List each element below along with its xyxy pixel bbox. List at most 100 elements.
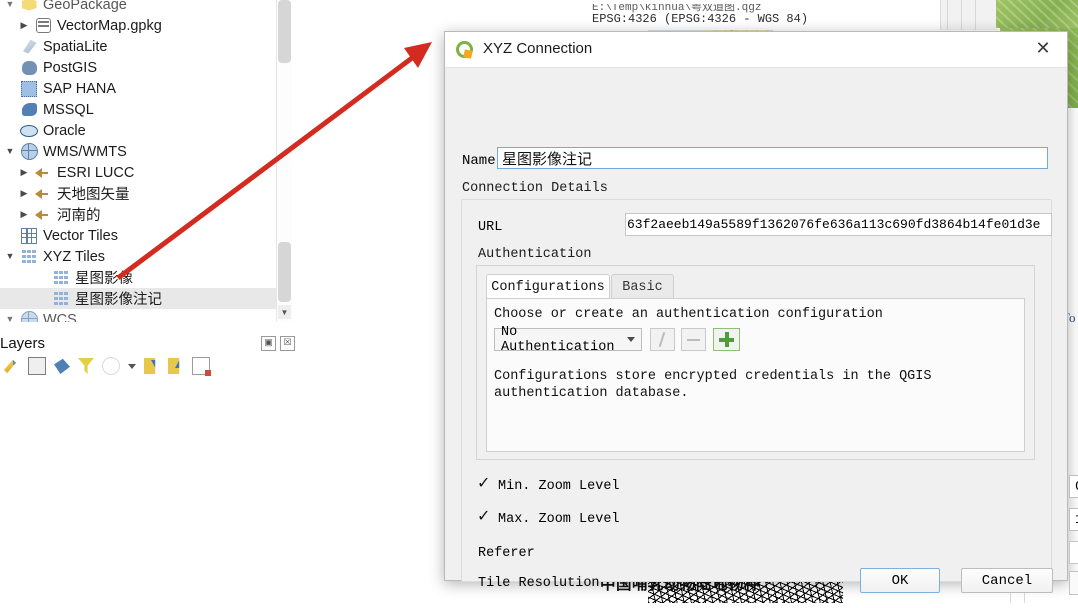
browser-item-15[interactable]: ▼ WCS bbox=[0, 309, 286, 322]
browser-item-8[interactable]: ▶ ESRI LUCC bbox=[0, 162, 286, 183]
browser-item-label: XYZ Tiles bbox=[43, 248, 106, 265]
authentication-label: Authentication bbox=[478, 247, 592, 262]
close-icon[interactable]: ✕ bbox=[1032, 39, 1054, 61]
sap-hana-icon bbox=[18, 80, 40, 97]
referer-input[interactable] bbox=[1069, 541, 1078, 564]
expression-dropdown-caret[interactable] bbox=[128, 363, 136, 369]
browser-item-label: PostGIS bbox=[43, 59, 97, 76]
xyz-tiles-icon bbox=[50, 291, 72, 306]
chevron-right-icon[interactable]: ▶ bbox=[16, 21, 32, 30]
auth-config-select[interactable]: No Authentication bbox=[494, 325, 642, 355]
map-thumbnail-green-top[interactable] bbox=[996, 0, 1078, 28]
chevron-down-icon bbox=[627, 337, 635, 342]
browser-item-label: WMS/WMTS bbox=[43, 143, 127, 160]
edit-config-icon[interactable] bbox=[650, 328, 675, 351]
browser-item-10[interactable]: ▶ 河南的 bbox=[0, 204, 286, 225]
qgis-main-window: 台南 高雄 3 台湾岛 岛 琉球西日本列岛 马尼拉 中国哺乳动物陆地物种 bbox=[0, 0, 1078, 603]
browser-item-label: VectorMap.gpkg bbox=[57, 17, 162, 34]
mssql-icon bbox=[18, 103, 40, 116]
chevron-right-icon[interactable]: ▶ bbox=[16, 168, 32, 177]
max-zoom-label: Max. Zoom Level bbox=[498, 512, 620, 527]
chevron-right-icon[interactable]: ▶ bbox=[16, 189, 32, 198]
close-panel-icon[interactable]: ☒ bbox=[280, 336, 295, 351]
browser-item-label: 星图影像 bbox=[75, 271, 133, 287]
browser-scrollbar[interactable]: ▼ bbox=[276, 0, 292, 322]
remove-config-icon[interactable] bbox=[681, 328, 706, 351]
max-zoom-checkbox[interactable] bbox=[477, 506, 491, 526]
tile-resolution-select[interactable]: Unknown (not scaled) bbox=[1069, 571, 1078, 595]
qgis-logo-icon bbox=[456, 41, 473, 58]
browser-tree[interactable]: ▼ GeoPackage ▶ VectorMap.gpkg SpatiaLite Post… bbox=[0, 0, 286, 322]
tab-configurations[interactable]: Configurations bbox=[486, 274, 610, 299]
auth-note-line2: authentication database. bbox=[494, 386, 689, 401]
url-label: URL bbox=[478, 220, 503, 235]
browser-panel: ▼ GeoPackage ▶ VectorMap.gpkg SpatiaLite Post… bbox=[0, 0, 300, 322]
open-layer-styling-icon[interactable] bbox=[4, 359, 16, 374]
scroll-down-button[interactable]: ▼ bbox=[278, 305, 291, 319]
min-zoom-row[interactable]: Min. Zoom Level bbox=[477, 473, 620, 494]
min-zoom-spinbox[interactable]: 0 bbox=[1069, 475, 1078, 498]
auth-note-line1: Configurations store encrypted credentia… bbox=[494, 369, 932, 384]
max-zoom-row[interactable]: Max. Zoom Level bbox=[477, 506, 620, 527]
add-config-icon[interactable] bbox=[713, 328, 740, 351]
filter-legend-icon[interactable] bbox=[78, 358, 94, 374]
filter-legend-expression-icon[interactable] bbox=[102, 357, 120, 375]
browser-item-label: ESRI LUCC bbox=[57, 164, 135, 181]
max-zoom-spinbox[interactable]: 18 bbox=[1069, 508, 1078, 531]
scrollbar-thumb[interactable] bbox=[278, 0, 291, 63]
cancel-button[interactable]: Cancel bbox=[961, 568, 1053, 593]
browser-item-label: WCS bbox=[43, 311, 77, 323]
chevron-right-icon[interactable]: ▶ bbox=[16, 210, 32, 219]
xyz-connection-dialog: XYZ Connection ✕ Name 星图影像注记 Connection … bbox=[444, 31, 1078, 595]
tab-basic[interactable]: Basic bbox=[611, 274, 674, 299]
browser-item-label: 星图影像注记 bbox=[75, 292, 162, 308]
add-group-icon[interactable] bbox=[28, 357, 46, 375]
remove-layer-icon[interactable] bbox=[192, 357, 211, 376]
browser-item-14[interactable]: 星图影像注记 bbox=[0, 288, 286, 309]
auth-help-text: Choose or create an authentication confi… bbox=[494, 307, 883, 322]
name-input[interactable]: 星图影像注记 bbox=[497, 147, 1048, 169]
browser-item-4[interactable]: SAP HANA bbox=[0, 78, 286, 99]
wms-globe-icon bbox=[18, 143, 40, 160]
referer-label: Referer bbox=[478, 546, 535, 561]
browser-item-0[interactable]: ▼ GeoPackage bbox=[0, 0, 286, 15]
browser-item-9[interactable]: ▶ 天地图矢量 bbox=[0, 183, 286, 204]
manage-map-themes-icon[interactable] bbox=[54, 358, 70, 374]
url-input[interactable]: 63f2aeeb149a5589f1362076fe636a113c690fd3… bbox=[625, 213, 1052, 236]
spatialite-icon bbox=[18, 39, 40, 54]
chevron-down-icon[interactable]: ▼ bbox=[2, 315, 18, 323]
browser-item-label: Vector Tiles bbox=[43, 227, 118, 244]
browser-item-1[interactable]: ▶ VectorMap.gpkg bbox=[0, 15, 286, 36]
chevron-down-icon[interactable]: ▼ bbox=[2, 252, 18, 261]
chevron-down-icon[interactable]: ▼ bbox=[2, 0, 18, 9]
name-label: Name bbox=[462, 153, 496, 169]
undock-panel-icon[interactable]: ▣ bbox=[261, 336, 276, 351]
dialog-title: XYZ Connection bbox=[483, 40, 593, 57]
dialog-body: Name 星图影像注记 Connection Details URL 63f2a… bbox=[445, 68, 1078, 595]
browser-item-12[interactable]: ▼ XYZ Tiles bbox=[0, 246, 286, 267]
dialog-button-bar: OK Cancel bbox=[445, 568, 1067, 608]
dialog-titlebar: XYZ Connection ✕ bbox=[445, 32, 1067, 68]
collapse-all-icon[interactable] bbox=[168, 358, 180, 374]
browser-item-6[interactable]: Oracle bbox=[0, 120, 286, 141]
vector-tiles-icon bbox=[18, 227, 40, 244]
min-zoom-label: Min. Zoom Level bbox=[498, 479, 620, 494]
expand-all-icon[interactable] bbox=[144, 358, 156, 374]
browser-item-2[interactable]: SpatiaLite bbox=[0, 36, 286, 57]
min-zoom-checkbox[interactable] bbox=[477, 473, 491, 493]
chevron-down-icon[interactable]: ▼ bbox=[2, 147, 18, 156]
ok-button[interactable]: OK bbox=[860, 568, 940, 593]
scrollbar-thumb-lower[interactable] bbox=[278, 242, 291, 302]
oracle-icon bbox=[18, 124, 40, 137]
browser-item-label: Oracle bbox=[43, 122, 86, 139]
layers-toolbar bbox=[4, 357, 211, 376]
browser-item-3[interactable]: PostGIS bbox=[0, 57, 286, 78]
xyz-tiles-icon bbox=[50, 270, 72, 285]
browser-item-5[interactable]: MSSQL bbox=[0, 99, 286, 120]
browser-item-7[interactable]: ▼ WMS/WMTS bbox=[0, 141, 286, 162]
browser-item-13[interactable]: 星图影像 bbox=[0, 267, 286, 288]
browser-item-11[interactable]: Vector Tiles bbox=[0, 225, 286, 246]
wms-layer-icon bbox=[32, 209, 54, 221]
xyz-tiles-icon bbox=[18, 249, 40, 264]
auth-config-value: No Authentication bbox=[501, 324, 615, 355]
